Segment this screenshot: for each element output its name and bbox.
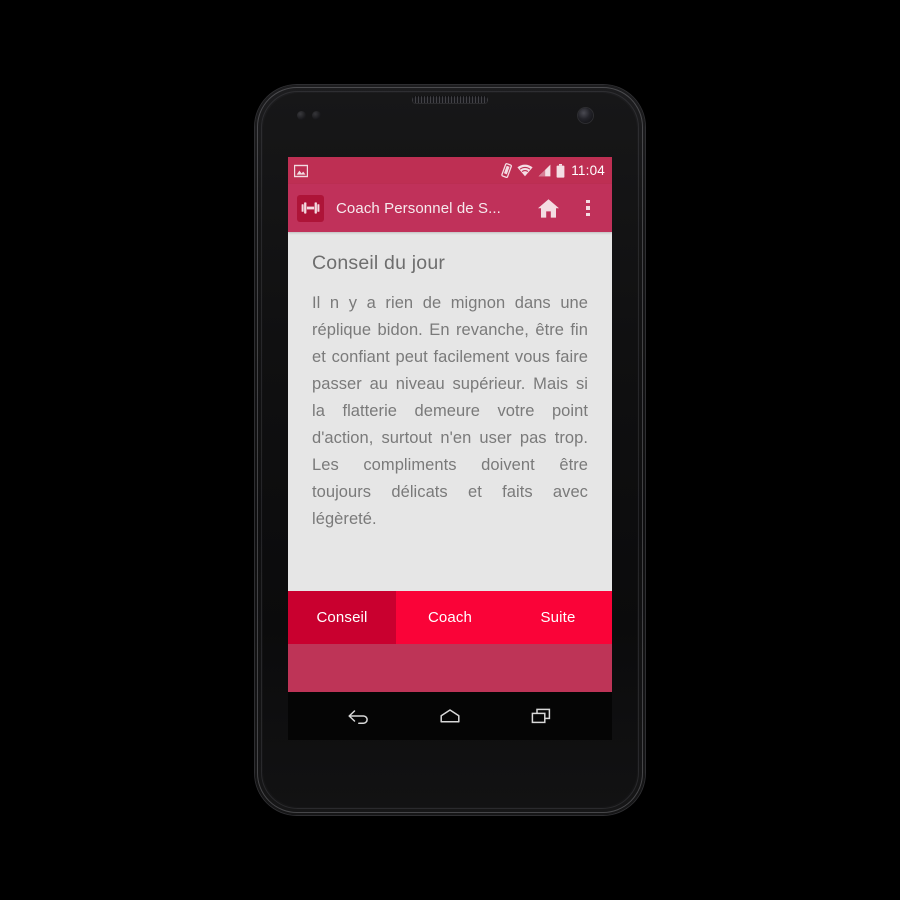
ad-placeholder-bar xyxy=(288,644,612,692)
status-bar-notifications xyxy=(294,164,308,178)
recent-apps-icon xyxy=(531,708,550,724)
screenshot-stage: 11:04 Coach Personnel de S... Conseil du… xyxy=(0,0,900,900)
status-bar-clock: 11:04 xyxy=(571,162,605,178)
tab-coach[interactable]: Coach xyxy=(396,591,504,644)
tab-suite[interactable]: Suite xyxy=(504,591,612,644)
tab-coach-label: Coach xyxy=(427,609,473,626)
content-area: Conseil du jour Il n y a rien de mignon … xyxy=(288,232,612,591)
wifi-icon xyxy=(517,164,533,177)
battery-full-icon xyxy=(556,163,565,178)
proximity-sensor-icon xyxy=(297,111,306,120)
tab-conseil-label: Conseil xyxy=(316,609,368,626)
ambient-light-sensor-icon xyxy=(312,111,321,120)
dumbbell-icon xyxy=(301,202,320,214)
back-arrow-icon xyxy=(348,710,369,724)
tab-bar: Conseil Coach Suite xyxy=(288,591,612,644)
home-icon xyxy=(537,198,559,218)
speaker-mesh xyxy=(412,96,488,103)
nav-back-button[interactable] xyxy=(331,696,387,736)
tab-suite-label: Suite xyxy=(540,609,576,626)
status-bar-system-icons: 11:04 xyxy=(501,163,605,178)
nav-home-button[interactable] xyxy=(422,696,478,736)
tab-conseil[interactable]: Conseil xyxy=(288,591,396,644)
status-bar: 11:04 xyxy=(288,157,612,184)
cellular-signal-icon xyxy=(538,164,551,177)
vibrate-icon xyxy=(501,163,513,178)
app-logo xyxy=(297,194,324,222)
android-navigation-bar xyxy=(288,692,612,740)
earpiece-speaker xyxy=(412,96,488,103)
tip-body-text: Il n y a rien de mignon dans une répliqu… xyxy=(312,294,588,528)
home-outline-icon xyxy=(440,709,460,723)
app-bar-actions xyxy=(535,193,603,223)
front-camera-icon xyxy=(578,108,593,123)
overflow-menu-icon xyxy=(580,199,596,217)
image-notification-icon xyxy=(294,164,308,177)
nav-recents-button[interactable] xyxy=(513,696,569,736)
app-bar-title: Coach Personnel de S... xyxy=(336,199,501,217)
phone-screen: 11:04 Coach Personnel de S... Conseil du… xyxy=(288,157,612,740)
overflow-menu-button[interactable] xyxy=(575,193,601,223)
page-title: Conseil du jour xyxy=(312,252,446,274)
app-bar: Coach Personnel de S... xyxy=(288,184,612,232)
home-button[interactable] xyxy=(535,193,561,223)
